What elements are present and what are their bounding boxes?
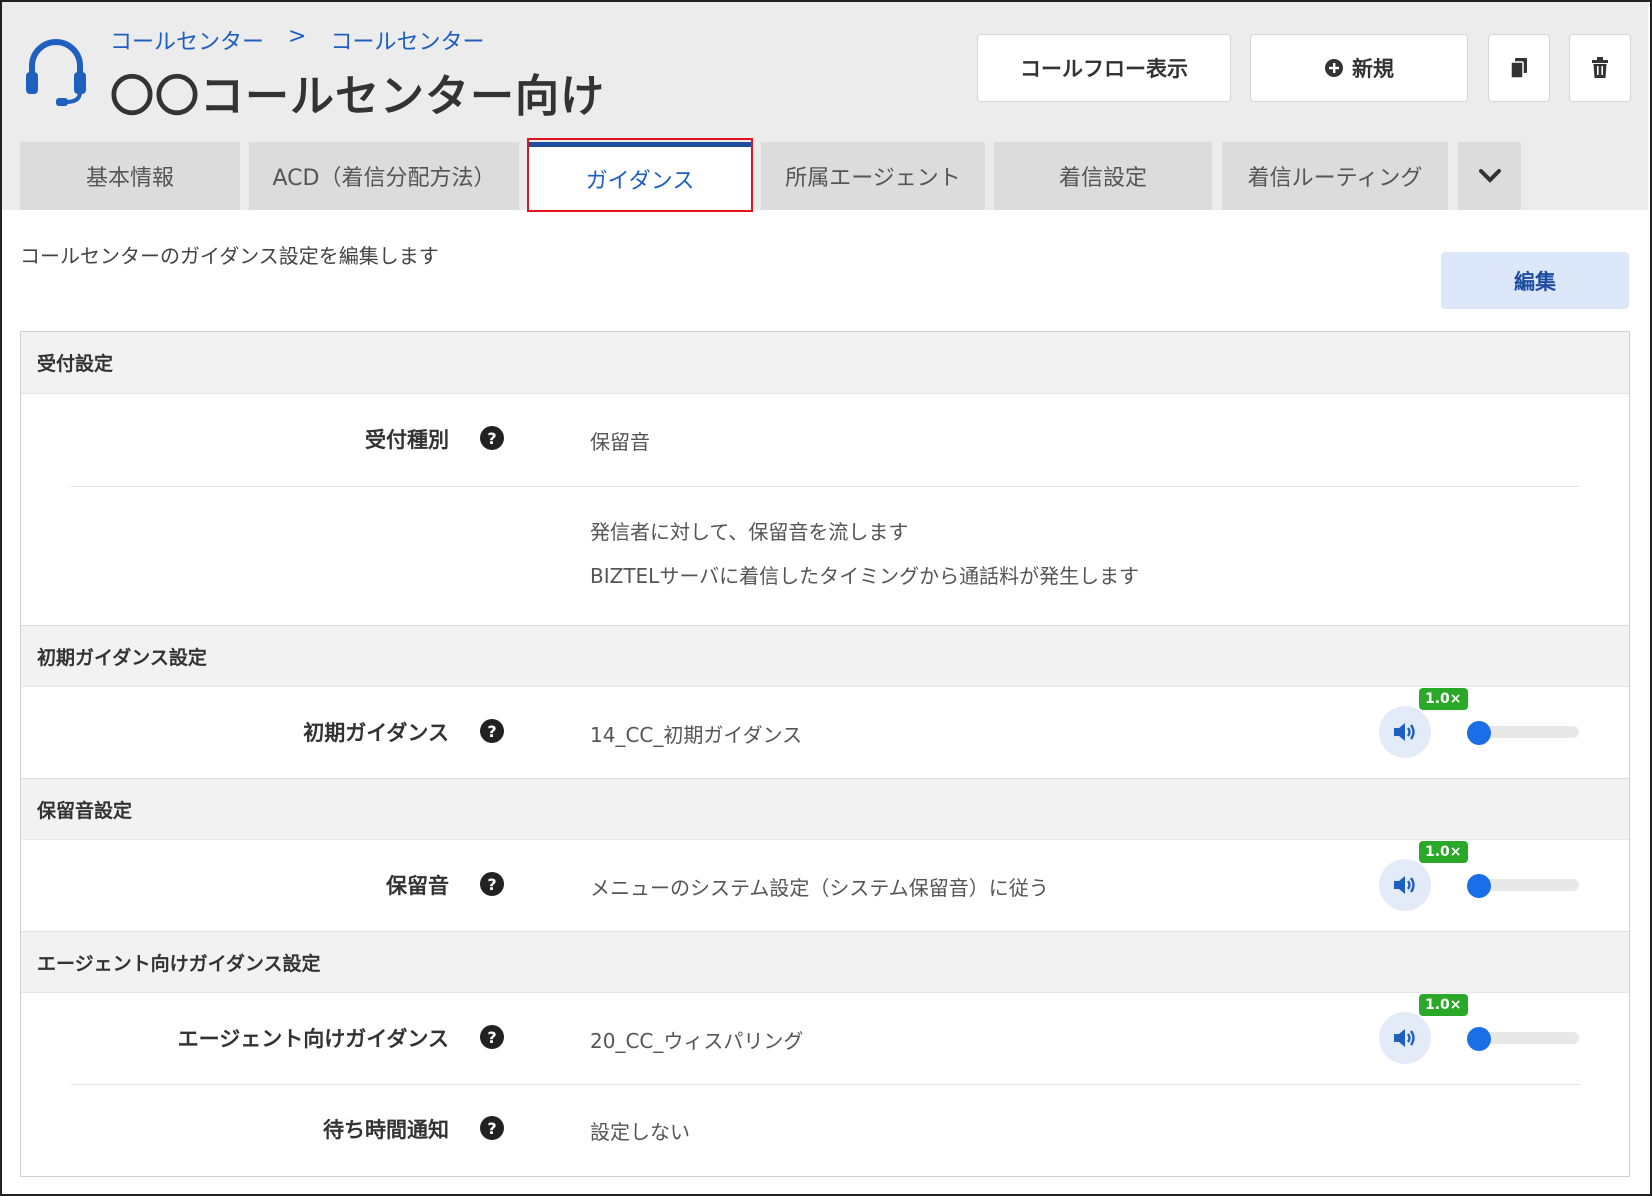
note-line: 発信者に対して、保留音を流します: [590, 520, 909, 544]
plus-circle-icon: [1325, 59, 1343, 77]
seek-handle[interactable]: [1467, 874, 1491, 898]
audio-player: 1.0×: [1379, 688, 1579, 758]
tab-basic-info[interactable]: 基本情報: [20, 142, 240, 210]
new-button-label: 新規: [1352, 57, 1394, 81]
tab-acd[interactable]: ACD（着信分配方法）: [249, 142, 519, 210]
edit-button[interactable]: 編集: [1441, 252, 1629, 309]
section-initial-guidance-header: 初期ガイダンス設定: [21, 625, 1629, 687]
help-icon[interactable]: ?: [480, 719, 504, 743]
page-description: コールセンターのガイダンス設定を編集します: [20, 244, 439, 268]
chevron-down-icon: [1478, 169, 1501, 183]
new-button[interactable]: 新規: [1250, 34, 1468, 102]
tab-more[interactable]: [1458, 142, 1521, 210]
section-title: 受付設定: [37, 353, 114, 375]
section-title: 初期ガイダンス設定: [37, 646, 207, 669]
tab-label: 着信設定: [1058, 166, 1147, 191]
tab-incoming-routing[interactable]: 着信ルーティング: [1222, 142, 1448, 210]
tab-agents[interactable]: 所属エージェント: [761, 142, 985, 210]
audio-player: 1.0×: [1379, 994, 1579, 1064]
field-value-reception-type: 保留音: [590, 430, 650, 454]
tab-label: 基本情報: [85, 166, 174, 191]
breadcrumb-link-callcenter[interactable]: コールセンター: [110, 24, 264, 56]
seek-handle[interactable]: [1467, 721, 1491, 745]
field-label-wait-time-notice: 待ち時間通知: [323, 1118, 449, 1142]
section-reception-header: 受付設定: [21, 332, 1629, 394]
help-glyph: ?: [487, 428, 497, 448]
volume-icon[interactable]: [1379, 1012, 1431, 1064]
field-value-wait-time-notice: 設定しない: [590, 1120, 690, 1144]
help-icon[interactable]: ?: [480, 1116, 504, 1140]
field-value-agent-guidance: 20_CC_ウィスパリング: [590, 1029, 804, 1053]
settings-panel: 受付設定 受付種別 ? 保留音 発信者に対して、保留音を流します BIZTELサ…: [20, 331, 1630, 1177]
section-title: 保留音設定: [37, 799, 133, 822]
delete-button[interactable]: [1569, 34, 1631, 102]
divider: [71, 1084, 1579, 1085]
field-label-initial-guidance: 初期ガイダンス: [303, 721, 449, 745]
trash-icon: [1592, 57, 1608, 78]
tab-label: 所属エージェント: [785, 166, 961, 191]
copy-icon: [1510, 58, 1527, 79]
help-icon[interactable]: ?: [480, 1025, 504, 1049]
page-title: 〇〇コールセンター向け: [110, 71, 605, 122]
audio-player: 1.0×: [1379, 841, 1579, 911]
edit-button-label: 編集: [1514, 269, 1556, 294]
help-glyph: ?: [487, 874, 497, 894]
callflow-button-label: コールフロー表示: [1020, 57, 1188, 81]
note-line: BIZTELサーバに着信したタイミングから通話料が発生します: [590, 564, 1140, 588]
tab-label: 着信ルーティング: [1247, 166, 1423, 191]
field-label-reception-type: 受付種別: [365, 428, 449, 452]
headset-icon: [26, 39, 86, 106]
field-label-hold: 保留音: [386, 874, 449, 898]
help-icon[interactable]: ?: [480, 872, 504, 896]
volume-icon[interactable]: [1379, 706, 1431, 758]
field-value-hold: メニューのシステム設定（システム保留音）に従う: [590, 876, 1049, 900]
field-label-agent-guidance: エージェント向けガイダンス: [177, 1027, 449, 1051]
section-agent-guidance-header: エージェント向けガイダンス設定: [21, 931, 1629, 993]
speed-badge[interactable]: 1.0×: [1419, 841, 1468, 863]
help-icon[interactable]: ?: [480, 426, 504, 450]
breadcrumb-link-callcenter-2[interactable]: コールセンター: [330, 24, 484, 56]
help-glyph: ?: [487, 1118, 497, 1138]
copy-button[interactable]: [1488, 34, 1550, 102]
help-glyph: ?: [487, 721, 497, 741]
callflow-button[interactable]: コールフロー表示: [977, 34, 1231, 102]
breadcrumb-separator: >: [288, 24, 307, 49]
section-hold-header: 保留音設定: [21, 778, 1629, 840]
section-title: エージェント向けガイダンス設定: [37, 952, 321, 975]
speed-badge[interactable]: 1.0×: [1419, 688, 1468, 710]
breadcrumb: コールセンター > コールセンター: [110, 24, 484, 56]
field-value-initial-guidance: 14_CC_初期ガイダンス: [590, 723, 803, 747]
volume-icon[interactable]: [1379, 859, 1431, 911]
tab-guidance[interactable]: ガイダンス: [529, 142, 751, 210]
tab-label: ガイダンス: [585, 168, 695, 194]
help-glyph: ?: [487, 1027, 497, 1047]
speed-badge[interactable]: 1.0×: [1419, 994, 1468, 1016]
seek-handle[interactable]: [1467, 1027, 1491, 1051]
divider: [71, 486, 1579, 487]
tab-label: ACD（着信分配方法）: [272, 166, 496, 191]
tab-incoming-settings[interactable]: 着信設定: [994, 142, 1212, 210]
